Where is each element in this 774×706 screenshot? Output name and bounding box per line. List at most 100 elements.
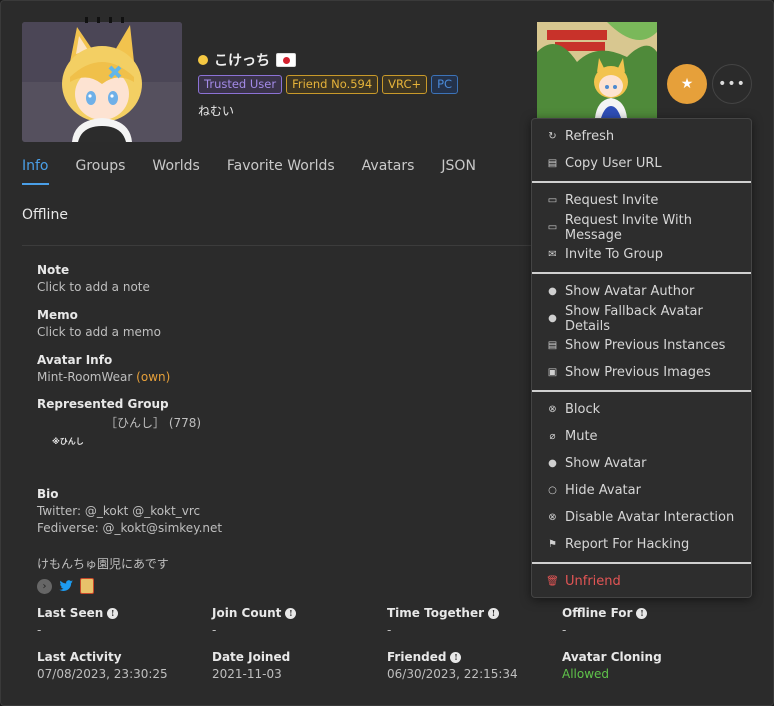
info-icon[interactable]: ! [636, 608, 648, 619]
twitter-icon[interactable] [58, 579, 74, 593]
stat-value-time-together: - [387, 623, 392, 637]
avatar-own-tag: (own) [136, 370, 171, 384]
stat-label-last-seen: Last Seen! [37, 606, 119, 620]
menu-item-report-for-hacking[interactable]: ⚑ Report For Hacking [532, 531, 751, 558]
star-icon: ★ [680, 76, 694, 92]
stat-label-time-together: Time Together! [387, 606, 500, 620]
avatar-antenna-decoration [85, 17, 124, 23]
represented-group-value[interactable]: ［ひんし］ (778) [105, 414, 201, 431]
info-icon[interactable]: ! [285, 608, 297, 619]
circle-x-icon: ⊗ [548, 512, 557, 523]
circle-x-icon: ⊗ [548, 404, 557, 415]
info-icon[interactable]: ! [107, 608, 119, 619]
menu-divider [532, 181, 751, 183]
user-header: こけっち Trusted User Friend No.594 VRC+ PC … [198, 50, 459, 119]
divider [22, 245, 542, 246]
chevron-right-icon[interactable]: › [37, 578, 52, 594]
stat-label-join-count: Join Count! [212, 606, 297, 620]
bio-links: › [37, 578, 94, 594]
trust-tag: Trusted User [198, 75, 283, 94]
menu-divider [532, 562, 751, 564]
platform-tag: PC [431, 75, 459, 94]
menu-divider [532, 390, 751, 392]
tab-info[interactable]: Info [22, 151, 49, 185]
menu-item-request-invite-with-message[interactable]: ▭ Request Invite With Message [532, 213, 751, 243]
tab-worlds[interactable]: Worlds [152, 151, 199, 185]
stat-label-last-activity: Last Activity [37, 650, 122, 664]
menu-item-hide-avatar[interactable]: ○ Hide Avatar [532, 477, 751, 504]
location-status: Offline [22, 207, 68, 223]
note-label: Note [37, 263, 70, 277]
more-options-button[interactable]: ••• [712, 64, 752, 104]
menu-item-block[interactable]: ⊗ Block [532, 396, 751, 423]
bio-line: けもんちゅ園児にあです [37, 557, 169, 571]
refresh-icon: ↻ [548, 131, 557, 142]
user-dialog: こけっち Trusted User Friend No.594 VRC+ PC … [0, 0, 774, 706]
user-outline-icon: ○ [548, 485, 557, 496]
menu-item-invite-to-group[interactable]: ✉ Invite To Group [532, 241, 751, 268]
stat-label-friended: Friended! [387, 650, 462, 664]
menu-item-copy-user-url[interactable]: ▤ Copy User URL [532, 150, 751, 177]
stat-value-last-activity: 07/08/2023, 23:30:25 [37, 667, 168, 681]
world-thumbnail[interactable] [537, 22, 657, 118]
menu-item-show-previous-instances[interactable]: ▤ Show Previous Instances [532, 332, 751, 359]
flag-icon: ⚑ [548, 539, 557, 550]
avatar-name[interactable]: Mint-RoomWear [37, 370, 132, 384]
document-icon: ▤ [547, 340, 558, 351]
stat-value-last-seen: - [37, 623, 42, 637]
avatar-info-value[interactable]: Mint-RoomWear (own) [37, 370, 170, 384]
menu-item-refresh[interactable]: ↻ Refresh [532, 123, 751, 150]
stat-label-avatar-cloning: Avatar Cloning [562, 650, 662, 664]
note-field[interactable]: Click to add a note [37, 280, 150, 294]
stat-value-avatar-cloning: Allowed [562, 667, 610, 681]
friend-number-tag: Friend No.594 [286, 75, 379, 94]
info-icon[interactable]: ! [488, 608, 500, 619]
menu-item-show-avatar-author[interactable]: ● Show Avatar Author [532, 278, 751, 305]
avatar-thumbnail[interactable] [22, 22, 182, 142]
image-icon: ▣ [547, 367, 558, 378]
avatar-info-label: Avatar Info [37, 353, 113, 367]
user-icon: ● [548, 286, 557, 297]
message-icon: ▭ [547, 195, 558, 206]
stat-value-offline-for: - [562, 623, 567, 637]
group-badge-icon[interactable]: ※ひんし [52, 436, 84, 447]
book-icon[interactable] [80, 578, 94, 594]
group-name[interactable]: ［ひんし］ [105, 416, 165, 430]
menu-item-request-invite[interactable]: ▭ Request Invite [532, 187, 751, 214]
tab-json[interactable]: JSON [441, 151, 476, 185]
stat-value-date-joined: 2021-11-03 [212, 667, 282, 681]
menu-item-unfriend[interactable]: 🗑 Unfriend [532, 568, 751, 595]
memo-label: Memo [37, 308, 78, 322]
user-icon: ● [548, 313, 557, 324]
user-icon: ● [548, 458, 557, 469]
tab-bar: Info Groups Worlds Favorite Worlds Avata… [22, 151, 503, 185]
bio-label: Bio [37, 487, 59, 501]
trash-icon: 🗑 [546, 576, 559, 587]
group-member-count: (778) [168, 416, 202, 430]
menu-item-disable-avatar-interaction[interactable]: ⊗ Disable Avatar Interaction [532, 504, 751, 531]
status-dot [198, 55, 208, 65]
ellipsis-icon: ••• [718, 76, 746, 92]
memo-field[interactable]: Click to add a memo [37, 325, 161, 339]
mic-off-icon: ⌀ [549, 431, 556, 442]
stat-label-offline-for: Offline For! [562, 606, 648, 620]
tab-favorite-worlds[interactable]: Favorite Worlds [227, 151, 335, 185]
status-description: ねむい [198, 104, 235, 118]
info-icon[interactable]: ! [450, 652, 462, 663]
mail-icon: ✉ [548, 249, 557, 260]
username[interactable]: こけっち [214, 50, 270, 70]
favorite-button[interactable]: ★ [667, 64, 707, 104]
bio-line: Fediverse: @_kokt@simkey.net [37, 521, 223, 535]
vrc-plus-tag: VRC+ [382, 75, 428, 94]
tab-groups[interactable]: Groups [76, 151, 126, 185]
menu-item-show-fallback-avatar-details[interactable]: ● Show Fallback Avatar Details [532, 304, 751, 334]
menu-item-show-previous-images[interactable]: ▣ Show Previous Images [532, 359, 751, 386]
stat-value-join-count: - [212, 623, 217, 637]
stat-label-date-joined: Date Joined [212, 650, 291, 664]
menu-item-mute[interactable]: ⌀ Mute [532, 423, 751, 450]
menu-divider [532, 272, 751, 274]
represented-group-label: Represented Group [37, 397, 169, 411]
menu-item-show-avatar[interactable]: ● Show Avatar [532, 450, 751, 477]
bio-line: Twitter: @_kokt @_kokt_vrc [37, 504, 201, 518]
tab-avatars[interactable]: Avatars [362, 151, 415, 185]
